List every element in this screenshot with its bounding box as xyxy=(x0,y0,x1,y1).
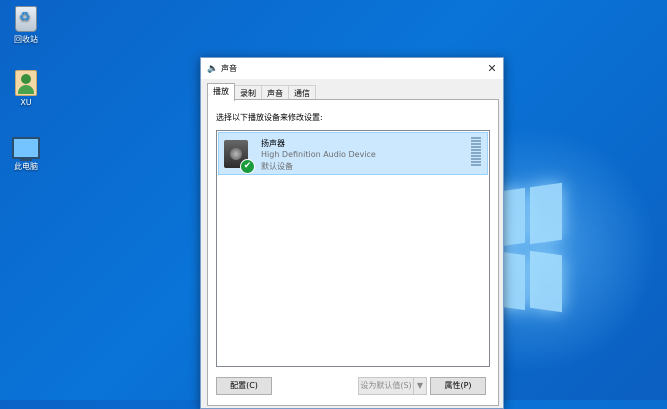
this-pc-icon xyxy=(12,137,40,161)
speaker-icon: 🔈 xyxy=(207,63,219,74)
close-button[interactable]: ✕ xyxy=(481,58,503,79)
desktop-icon-recycle-bin[interactable]: 回收站 xyxy=(0,6,52,45)
desktop-icon-user-folder[interactable]: XU xyxy=(0,70,52,107)
desktop-icon-label: 此电脑 xyxy=(14,162,38,171)
sound-dialog: 🔈 声音 ✕ 播放 录制 声音 通信 选择以下播放设备来修改设置: ✔ 扬声器 … xyxy=(200,57,504,409)
device-name: 扬声器 xyxy=(261,139,285,148)
device-status: 默认设备 xyxy=(261,162,293,171)
properties-button[interactable]: 属性(P) xyxy=(430,377,486,395)
device-item-speakers[interactable]: ✔ 扬声器 High Definition Audio Device 默认设备 xyxy=(218,132,488,175)
set-default-dropdown-button[interactable]: ▼ xyxy=(413,377,427,395)
set-default-button[interactable]: 设为默认值(S) xyxy=(358,377,414,395)
desktop-icon-label: 回收站 xyxy=(14,35,38,44)
desktop-icon-this-pc[interactable]: 此电脑 xyxy=(0,134,52,172)
instruction-text: 选择以下播放设备来修改设置: xyxy=(216,113,323,122)
recycle-bin-icon xyxy=(15,6,37,32)
configure-button[interactable]: 配置(C) xyxy=(216,377,272,395)
device-description: High Definition Audio Device xyxy=(261,150,376,159)
playback-panel: 选择以下播放设备来修改设置: ✔ 扬声器 High Definition Aud… xyxy=(207,99,499,406)
device-list[interactable]: ✔ 扬声器 High Definition Audio Device 默认设备 xyxy=(216,130,490,367)
tab-playback[interactable]: 播放 xyxy=(207,83,235,101)
dialog-title: 声音 xyxy=(221,64,237,73)
volume-meter xyxy=(471,137,481,167)
windows-logo-wallpaper xyxy=(495,182,565,325)
title-bar[interactable]: 🔈 声音 ✕ xyxy=(201,58,503,79)
user-folder-icon xyxy=(15,70,37,96)
default-check-icon: ✔ xyxy=(240,159,255,174)
desktop-icon-label: XU xyxy=(20,98,32,107)
